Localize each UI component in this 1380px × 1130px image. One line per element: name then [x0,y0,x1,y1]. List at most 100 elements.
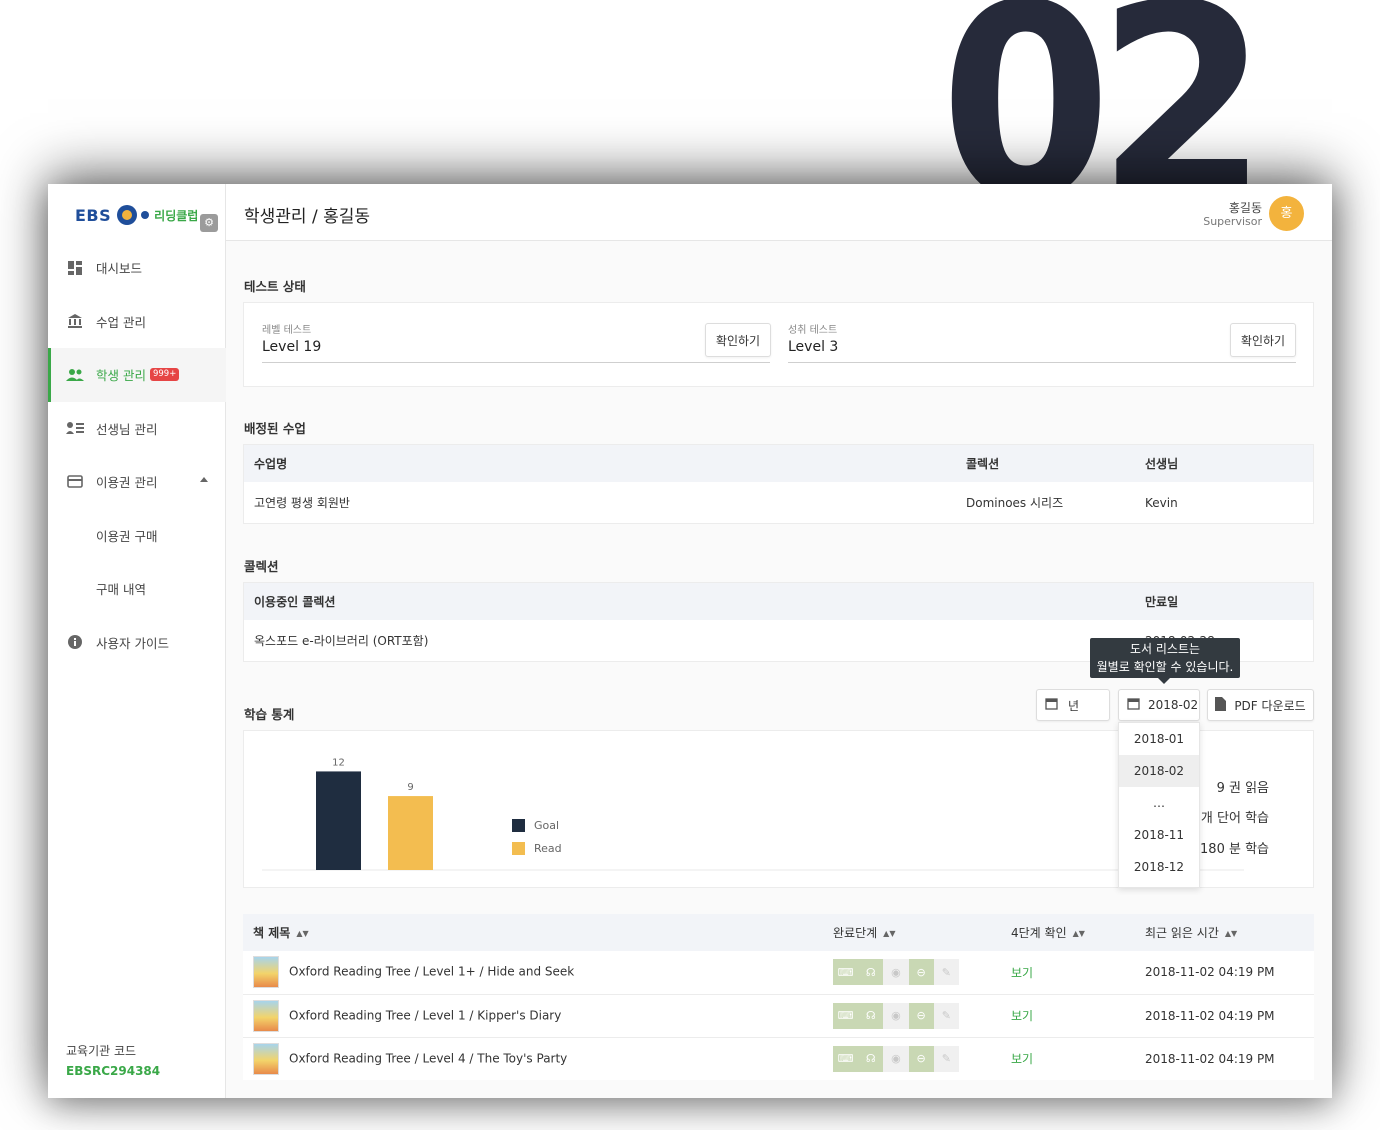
month-dropdown: 2018-01 2018-02 … 2018-11 2018-12 [1118,722,1200,888]
book-cover-thumbnail[interactable] [253,956,279,989]
sidebar-item-students[interactable]: 학생 관리 999+ [48,348,226,402]
view-link[interactable]: 보기 [1001,993,1135,1037]
col-collection: 콜렉션 [966,457,1000,471]
teacher-list-icon [66,419,84,437]
achievement-confirm-button[interactable]: 확인하기 [1230,323,1296,357]
collection-name-cell: 옥스포드 e-라이브러리 (ORT포함) [254,634,429,648]
dropdown-option[interactable]: 2018-12 [1119,851,1199,883]
books-table: 책 제목 ▲▼ 완료단계 ▲▼ 4단계 확인 ▲▼ 최근 읽은 시간 ▲▼ Oxford… [243,914,1314,1080]
bar-value-label: 12 [332,757,345,768]
tooltip-line: 월별로 확인할 수 있습니다. [1096,660,1234,674]
pdf-label: PDF 다운로드 [1234,698,1306,713]
last-read-cell: 2018-11-02 04:19 PM [1135,993,1314,1037]
logo[interactable]: EBS 리딩클럽 [75,200,198,230]
chat-icon: ✎ [933,1002,959,1029]
caret-up-icon[interactable] [200,477,208,482]
calendar-icon [1045,697,1058,713]
sort-icon: ▲▼ [1072,929,1085,938]
col-expiry: 만료일 [1145,595,1179,609]
field-underline [262,362,770,363]
step-indicator: ⌨ ☊ ◉ ⊖ ✎ [833,1045,959,1072]
book-title-cell: Oxford Reading Tree / Level 1 / Kipper's… [243,993,823,1037]
institution-code: EBSRC294384 [66,1064,161,1078]
sort-icon: ▲▼ [883,929,896,938]
game-icon: ⌨ [833,1002,859,1029]
speak-icon: ⊖ [908,959,934,986]
view-link[interactable]: 보기 [1001,1036,1135,1080]
dropdown-option-selected[interactable]: 2018-02 [1119,755,1199,787]
sidebar-item-label: 사용자 가이드 [96,635,169,651]
col-class-name: 수업명 [254,457,288,471]
col-completed-step[interactable]: 완료단계 ▲▼ [823,914,1001,951]
people-icon [66,366,84,384]
logo-circle-icon [117,205,138,225]
col-collection-in-use: 이용중인 콜렉션 [254,595,336,609]
calendar-icon [1127,697,1140,713]
level-confirm-button[interactable]: 확인하기 [705,323,771,357]
sidebar-item-dashboard[interactable]: 대시보드 [48,241,226,295]
dropdown-option[interactable]: 2018-11 [1119,819,1199,851]
book-title-cell: Oxford Reading Tree / Level 1+ / Hide an… [243,951,823,994]
card-icon [66,473,84,491]
speak-icon: ⊖ [908,1002,934,1029]
book-cover-thumbnail[interactable] [253,999,279,1032]
sort-icon: ▲▼ [1224,929,1238,938]
sidebar-item-classes[interactable]: 수업 관리 [48,295,226,349]
user-name: 홍길동 [1228,201,1262,215]
pdf-download-button[interactable]: PDF 다운로드 [1207,689,1314,721]
sidebar-item-label: 수업 관리 [96,314,146,330]
avatar[interactable]: 홍 [1269,196,1304,231]
dropdown-option[interactable]: 2018-01 [1119,723,1199,755]
table-row[interactable]: 고연령 평생 회원반 Dominoes 시리즈 Kevin [244,482,1313,523]
col-last-read[interactable]: 최근 읽은 시간 ▲▼ [1135,914,1314,951]
listen-icon: ☊ [858,1002,884,1029]
month-select-button[interactable]: 2018-02 [1118,689,1200,721]
month-label: 2018-02 [1148,698,1199,712]
table-header: 이용중인 콜렉션 만료일 [244,583,1313,620]
sidebar-item-label: 구매 내역 [96,582,146,598]
sidebar-item-buy-pass[interactable]: 이용권 구매 [48,509,226,563]
dashboard-icon [66,259,84,277]
listen-icon: ☊ [858,959,884,986]
test-status-card: 레벨 테스트 Level 19 확인하기 성취 테스트 Level 3 확인하기 [243,302,1314,387]
study-stats-title: 학습 통계 [244,707,295,722]
info-icon [66,633,84,651]
stats-chart: 12 9 [262,757,1244,871]
step-indicator: ⌨ ☊ ◉ ⊖ ✎ [833,1002,959,1029]
step-indicator: ⌨ ☊ ◉ ⊖ ✎ [833,959,959,986]
table-row[interactable]: Oxford Reading Tree / Level 1+ / Hide an… [243,951,1314,994]
bar-value-label: 9 [407,782,413,793]
collection-title: 콜렉션 [244,559,279,574]
legend-label-goal: Goal [534,819,560,832]
speak-icon: ⊖ [908,1045,934,1072]
game-icon: ⌨ [833,1045,859,1072]
col-step4-check[interactable]: 4단계 확인 ▲▼ [1001,914,1135,951]
achievement-test-value: Level 3 [788,339,839,355]
legend-swatch-goal [512,819,525,832]
bar-goal [316,771,361,870]
collection-cell: Dominoes 시리즈 [966,496,1064,510]
gear-icon[interactable]: ⚙ [200,214,218,232]
sidebar-item-guide[interactable]: 사용자 가이드 [48,616,226,670]
year-select-button[interactable]: 년 [1036,689,1110,721]
stat-books-read: 9 권 읽음 [1216,781,1269,796]
level-test-label: 레벨 테스트 [262,325,312,336]
year-label: 년 [1068,698,1080,713]
app-window: EBS 리딩클럽 ⚙ 대시보드 수업 관리 학생 관리 999+ 선생님 관리 … [48,184,1332,1098]
sidebar-item-label: 학생 관리 [96,368,146,384]
assigned-classes-table: 수업명 콜렉션 선생님 고연령 평생 회원반 Dominoes 시리즈 Kevi… [243,444,1314,524]
table-row[interactable]: Oxford Reading Tree / Level 4 / The Toy'… [243,1036,1314,1080]
table-header: 책 제목 ▲▼ 완료단계 ▲▼ 4단계 확인 ▲▼ 최근 읽은 시간 ▲▼ [243,914,1314,951]
steps-cell: ⌨ ☊ ◉ ⊖ ✎ [823,951,1001,994]
sidebar-item-teachers[interactable]: 선생님 관리 [48,402,226,456]
legend-label-read: Read [534,842,562,855]
sidebar-item-passes[interactable]: 이용권 관리 [48,455,226,509]
view-link[interactable]: 보기 [1001,951,1135,994]
col-teacher: 선생님 [1145,457,1179,471]
logo-dot-icon [141,211,150,219]
col-book-title[interactable]: 책 제목 ▲▼ [243,914,823,951]
sidebar-item-purchase-history[interactable]: 구매 내역 [48,562,226,616]
book-title-cell: Oxford Reading Tree / Level 4 / The Toy'… [243,1036,823,1080]
table-row[interactable]: Oxford Reading Tree / Level 1 / Kipper's… [243,993,1314,1037]
book-cover-thumbnail[interactable] [253,1042,279,1075]
